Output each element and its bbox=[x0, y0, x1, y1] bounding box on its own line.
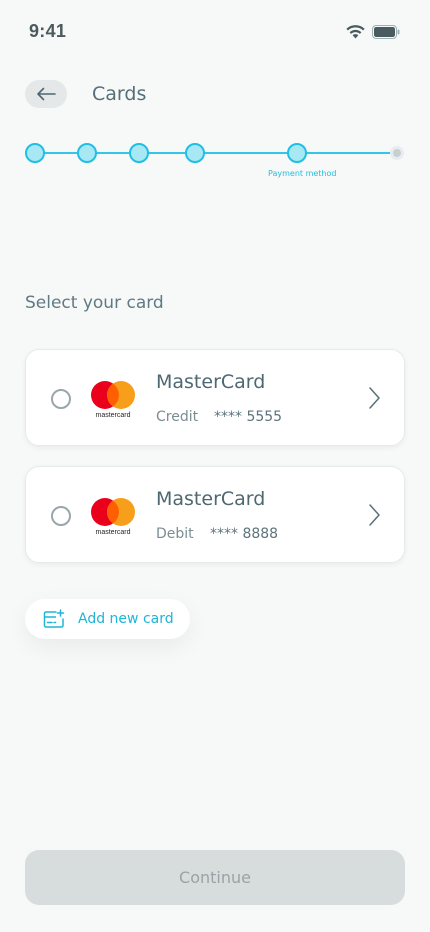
card-brand: MasterCard bbox=[156, 371, 266, 393]
add-card-label: Add new card bbox=[78, 611, 174, 627]
add-new-card-button[interactable]: Add new card bbox=[25, 599, 190, 639]
card-radio[interactable] bbox=[51, 389, 71, 409]
status-bar: 9:41 bbox=[0, 0, 430, 64]
step-6[interactable] bbox=[390, 146, 404, 160]
mastercard-logo-text: mastercard bbox=[95, 412, 130, 419]
add-card-icon bbox=[43, 609, 65, 628]
card-type: Credit bbox=[156, 409, 199, 425]
continue-button[interactable]: Continue bbox=[25, 850, 405, 905]
mastercard-logo: mastercard bbox=[91, 498, 135, 536]
card-option[interactable]: mastercard MasterCard Credit **** 5555 bbox=[25, 349, 405, 446]
card-type: Debit bbox=[156, 526, 194, 542]
section-label: Select your card bbox=[25, 293, 164, 313]
page-title: Cards bbox=[92, 83, 147, 105]
arrow-left-icon bbox=[37, 87, 56, 101]
battery-icon bbox=[372, 24, 400, 39]
wifi-icon bbox=[346, 25, 365, 39]
chevron-right-icon[interactable] bbox=[368, 503, 382, 527]
status-time: 9:41 bbox=[29, 21, 67, 41]
status-icons bbox=[345, 24, 400, 39]
back-button[interactable] bbox=[25, 80, 67, 108]
mastercard-logo-text: mastercard bbox=[95, 529, 130, 536]
current-step-label: Payment method bbox=[268, 169, 337, 178]
step-5-current[interactable] bbox=[287, 143, 307, 163]
mastercard-logo: mastercard bbox=[91, 381, 135, 419]
card-brand: MasterCard bbox=[156, 488, 266, 510]
card-radio[interactable] bbox=[51, 506, 71, 526]
progress-stepper: Payment method bbox=[25, 142, 407, 182]
header: Cards bbox=[25, 80, 146, 108]
step-3[interactable] bbox=[129, 143, 149, 163]
chevron-right-icon[interactable] bbox=[368, 386, 382, 410]
card-option[interactable]: mastercard MasterCard Debit **** 8888 bbox=[25, 466, 405, 563]
card-number: **** 8888 bbox=[210, 526, 279, 542]
step-1[interactable] bbox=[25, 143, 45, 163]
step-4[interactable] bbox=[185, 143, 205, 163]
card-number: **** 5555 bbox=[214, 409, 283, 425]
step-2[interactable] bbox=[77, 143, 97, 163]
